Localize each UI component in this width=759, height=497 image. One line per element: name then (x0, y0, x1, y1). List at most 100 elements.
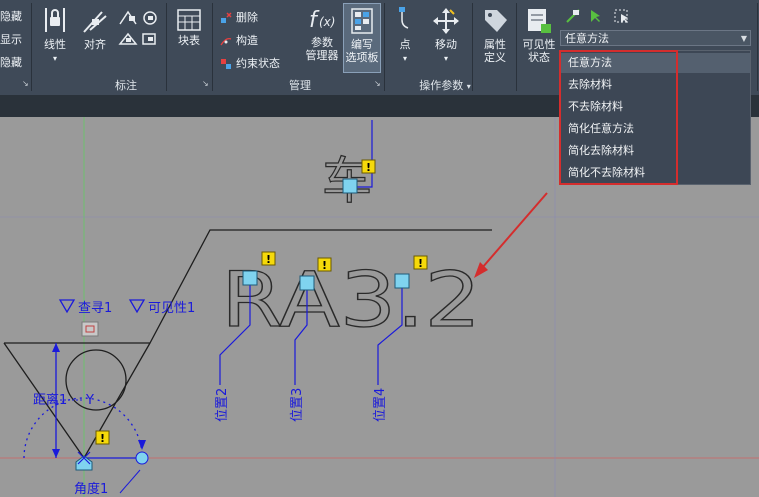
attr-label-1: 属性 (484, 38, 506, 51)
position-grip[interactable] (394, 273, 410, 289)
separator (757, 3, 758, 91)
visibility-state-dropdown: 任意方法 去除材料 不去除材料 简化任意方法 简化去除材料 简化不去除材料 (560, 50, 751, 185)
visibility-states-button[interactable]: 可见性 状态 (518, 6, 560, 64)
palette-label-1: 编写 (351, 38, 373, 51)
warning-icon: ! (366, 161, 371, 174)
hide-button-2[interactable]: 隐藏 (0, 54, 22, 70)
dropdown-option[interactable]: 不去除材料 (561, 97, 750, 117)
constraint-status-button[interactable]: 约束状态 (220, 55, 280, 71)
palette-icon (351, 8, 373, 34)
separator (384, 3, 385, 91)
separator (31, 3, 32, 91)
y-label: Y (85, 393, 94, 408)
constraint-status-label: 约束状态 (236, 57, 280, 70)
chevron-down-icon[interactable]: ▼ (741, 31, 747, 47)
visibility-triangle-icon[interactable] (128, 299, 146, 314)
hide-label: 隐藏 (0, 10, 22, 23)
function-icon: f (x) (309, 8, 335, 33)
linear-constraint-button[interactable]: 线性 ▾ (38, 6, 72, 65)
show-label: 显示 (0, 33, 22, 46)
angle-lock-icon (118, 10, 157, 45)
lookup-triangle-icon[interactable] (58, 299, 76, 314)
attr-label-2: 定义 (484, 51, 506, 64)
point-label: 点 (399, 38, 411, 51)
position-grip[interactable] (342, 178, 358, 194)
attribute-definition-button[interactable]: 属性 定义 (477, 6, 513, 64)
move-dropdown-caret: ▾ (443, 54, 448, 63)
block-editor-window: 隐藏 显示 隐藏 ↘ 线性 ▾ 对齐 块表 标注 ↘ 删除 构造 约束状态 f … (0, 0, 759, 497)
parameter-manager-button[interactable]: f (x) 参数 管理器 (302, 4, 342, 62)
warning-icon: ! (418, 257, 423, 270)
point-parameter-button[interactable]: 点 ▾ (390, 6, 420, 65)
svg-text:(x): (x) (319, 15, 335, 29)
combo-value: 任意方法 (565, 32, 609, 45)
construct-label: 构造 (236, 34, 258, 47)
position-3-label[interactable]: 位置3 (290, 388, 305, 422)
angle-rotation-grip[interactable] (135, 451, 149, 465)
align-constraint-button[interactable]: 对齐 (78, 6, 112, 51)
show-button[interactable]: 显示 (0, 31, 22, 47)
symbol-circle (65, 349, 127, 411)
align-icon (83, 11, 107, 33)
visibility-mode-icons (566, 9, 628, 23)
constraint-status-icon (221, 59, 231, 69)
group-corner-arrow[interactable]: ↘ (374, 79, 381, 88)
action-group-label[interactable]: 操作参数 ▾ (400, 77, 490, 92)
position-grip[interactable] (299, 275, 315, 291)
dropdown-option[interactable]: 简化不去除材料 (561, 163, 750, 183)
dropdown-option[interactable]: 去除材料 (561, 75, 750, 95)
tag-icon (485, 10, 507, 32)
visibility-toggle-icons[interactable] (565, 8, 635, 27)
warning-icon: ! (322, 259, 327, 272)
visibility-label-1: 可见性 (522, 38, 556, 51)
point-dropdown-caret: ▾ (402, 54, 407, 63)
position-4-label[interactable]: 位置4 (373, 388, 388, 422)
lookup-param-label[interactable]: 查寻1 (78, 301, 112, 316)
move-icon (433, 8, 459, 34)
annotate-group-label: 标注 (115, 79, 137, 92)
angle-leader (119, 469, 141, 494)
delete-label: 删除 (236, 11, 258, 24)
dropdown-option[interactable]: 简化任意方法 (561, 119, 750, 139)
angular-constraint-button[interactable] (118, 8, 162, 55)
warning-icon: ! (100, 432, 105, 445)
linear-dropdown-caret: ▾ (52, 54, 57, 63)
hide-button[interactable]: 隐藏 (0, 8, 22, 24)
angle-param-label[interactable]: 角度1 (74, 481, 108, 497)
chevron-down-icon: ▾ (466, 82, 471, 91)
move-label: 移动 (435, 38, 457, 51)
group-corner-arrow[interactable]: ↘ (22, 79, 29, 88)
delete-button[interactable]: 删除 (220, 9, 258, 25)
point-parameter-icon (399, 7, 409, 29)
lookup-grip-icon[interactable] (81, 321, 99, 337)
separator (472, 3, 473, 91)
separator (516, 3, 517, 91)
dropdown-option[interactable]: 任意方法 (561, 53, 750, 73)
group-corner-arrow[interactable]: ↘ (202, 79, 209, 88)
param-mgr-label-1: 参数 (311, 36, 333, 49)
position-2-label[interactable]: 位置2 (215, 388, 230, 422)
manage-group-label: 管理 (289, 79, 311, 92)
visibility-state-combo[interactable]: 任意方法 ▼ (560, 30, 751, 46)
construct-icon (220, 37, 232, 46)
construct-button[interactable]: 构造 (220, 32, 258, 48)
roughness-value-text[interactable]: RA3.2 (220, 254, 481, 344)
delete-icon (221, 12, 232, 23)
palette-label-2: 选项板 (345, 51, 379, 64)
align-label: 对齐 (84, 38, 106, 51)
distance-param-label[interactable]: 距离1 (33, 392, 67, 408)
table-icon (177, 9, 201, 31)
authoring-palette-button[interactable]: 编写 选项板 (343, 3, 381, 73)
visibility-param-label[interactable]: 可见性1 (148, 301, 195, 316)
linear-label: 线性 (44, 38, 66, 51)
move-action-button[interactable]: 移动 ▾ (428, 6, 464, 65)
block-table-button[interactable]: 块表 (172, 8, 206, 47)
param-mgr-label-2: 管理器 (305, 49, 339, 62)
visibility-states-icon (528, 9, 551, 33)
warning-icon: ! (266, 253, 271, 266)
dropdown-option[interactable]: 简化去除材料 (561, 141, 750, 161)
separator (212, 3, 213, 91)
action-group-text: 操作参数 (419, 79, 464, 92)
position-grip[interactable] (242, 270, 258, 286)
hide-label-2: 隐藏 (0, 56, 22, 69)
